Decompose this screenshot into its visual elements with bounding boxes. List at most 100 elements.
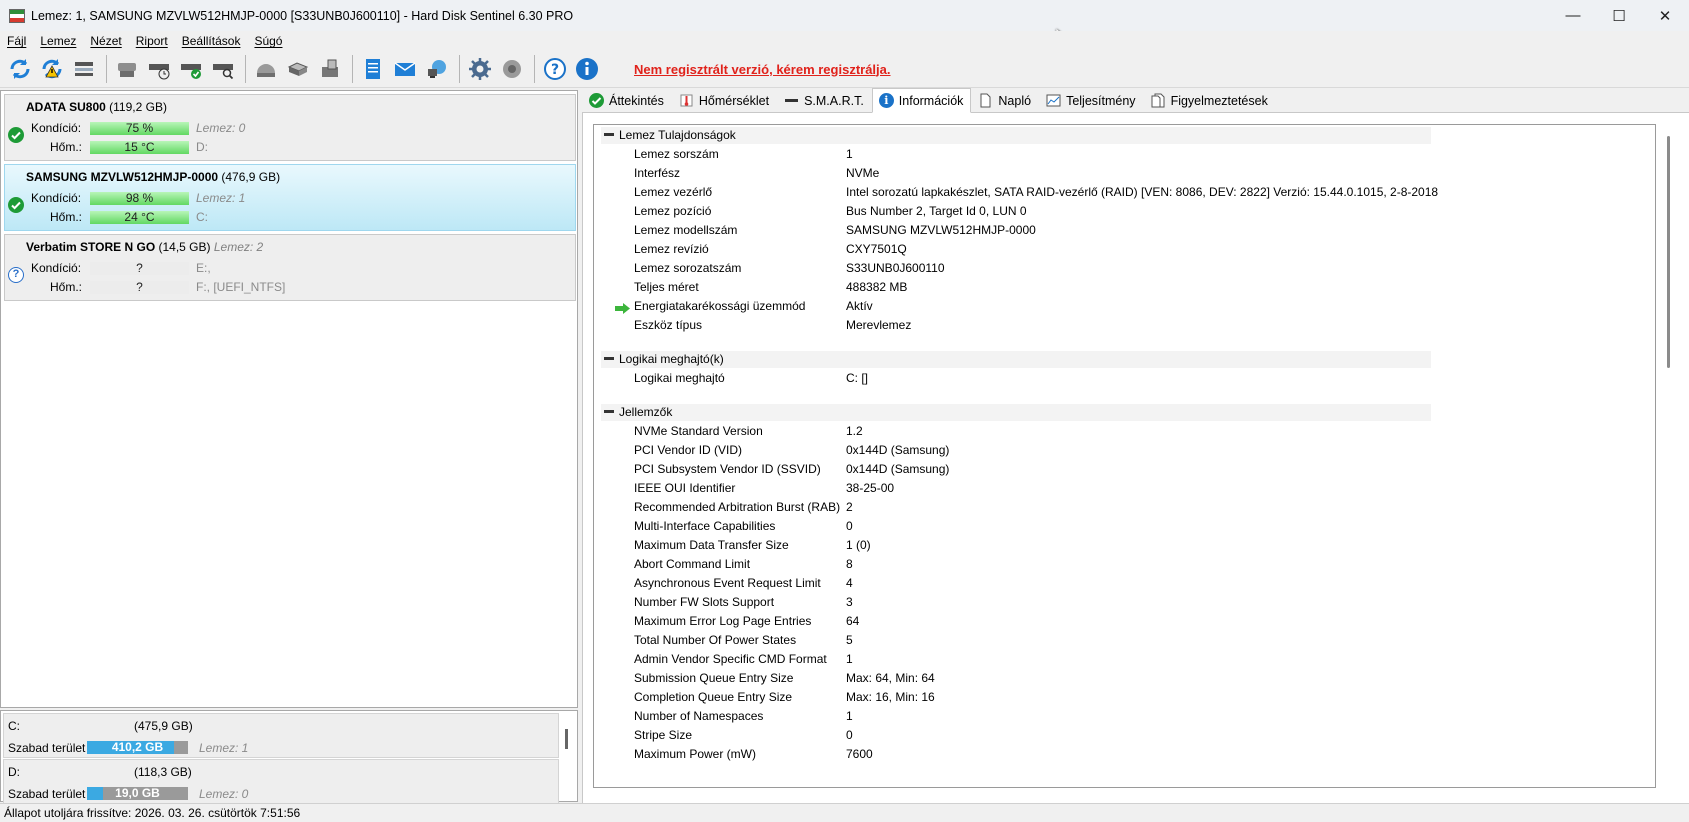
sound-icon[interactable] xyxy=(497,54,527,84)
green-arrow-icon xyxy=(615,301,630,314)
tab-log[interactable]: Napló xyxy=(971,89,1039,112)
refresh-warning-icon[interactable] xyxy=(37,54,67,84)
property-row[interactable]: Lemez vezérlő Intel sorozatú lapkakészlet… xyxy=(594,183,1494,202)
menu-file[interactable]: Fájl xyxy=(0,34,33,48)
property-row[interactable]: Number of Namespaces 1 xyxy=(594,707,1494,726)
mail-icon[interactable] xyxy=(390,54,420,84)
menu-view[interactable]: Nézet xyxy=(83,34,128,48)
property-name: Number of Namespaces xyxy=(634,709,764,723)
property-row[interactable]: Lemez sorszám 1 xyxy=(594,145,1494,164)
hdd-search-icon[interactable] xyxy=(208,54,238,84)
hdd-dome-icon[interactable] xyxy=(251,54,281,84)
disk-drive-icon[interactable] xyxy=(69,54,99,84)
chart-icon xyxy=(1046,93,1061,108)
info-icon: i xyxy=(878,93,894,108)
collapse-minus-icon[interactable] xyxy=(604,410,614,414)
property-row[interactable]: Asynchronous Event Request Limit 4 xyxy=(594,574,1494,593)
thermometer-icon xyxy=(679,93,694,108)
property-row[interactable]: Lemez revízió CXY7501Q xyxy=(594,240,1494,259)
hdd-clock-icon[interactable] xyxy=(144,54,174,84)
property-row[interactable]: Completion Queue Entry Size Max: 16, Min:… xyxy=(594,688,1494,707)
collapse-minus-icon[interactable] xyxy=(604,133,614,137)
property-row[interactable]: PCI Subsystem Vendor ID (SSVID) 0x144D (S… xyxy=(594,460,1494,479)
volume-item-d[interactable]: D: (118,3 GB) Szabad terület 19,0 GB Lem… xyxy=(3,759,559,804)
property-value: Intel sorozatú lapkakészlet, SATA RAID-v… xyxy=(846,185,1439,199)
settings-gear-icon[interactable] xyxy=(465,54,495,84)
section-title: Logikai meghajtó(k) xyxy=(619,352,724,366)
property-value: 1 xyxy=(846,709,853,723)
tab-overview[interactable]: Áttekintés xyxy=(582,89,672,112)
property-name: Submission Queue Entry Size xyxy=(634,671,794,685)
property-row[interactable]: Abort Command Limit 8 xyxy=(594,555,1494,574)
refresh-icon[interactable] xyxy=(5,54,35,84)
property-row[interactable]: Eszköz típus Merevlemez xyxy=(594,316,1494,335)
property-value: Merevlemez xyxy=(846,318,912,332)
tab-information[interactable]: i Információk xyxy=(871,88,972,113)
property-list[interactable]: Lemez Tulajdonságok Lemez sorszám 1 Interfé… xyxy=(593,124,1656,788)
condition-label: Kondíció: xyxy=(31,191,82,205)
section-header[interactable]: Logikai meghajtó(k) xyxy=(601,351,1431,368)
close-button[interactable]: ✕ xyxy=(1642,0,1688,31)
property-row[interactable]: Submission Queue Entry Size Max: 64, Min:… xyxy=(594,669,1494,688)
register-link[interactable]: Nem regisztrált verzió, kérem regisztrál… xyxy=(634,62,891,77)
vertical-scrollbar[interactable] xyxy=(1660,124,1680,788)
disk-card-verbatim[interactable]: Verbatim STORE N GO (14,5 GB) Lemez: 2 ?… xyxy=(4,234,576,301)
hdd-check-icon[interactable] xyxy=(176,54,206,84)
property-row[interactable]: Multi-Interface Capabilities 0 xyxy=(594,517,1494,536)
menu-disk[interactable]: Lemez xyxy=(33,34,83,48)
title-bar[interactable]: Lemez: 1, SAMSUNG MZVLW512HMJP-0000 [S33… xyxy=(0,0,1689,31)
tab-performance[interactable]: Teljesítmény xyxy=(1039,89,1143,112)
window-title: Lemez: 1, SAMSUNG MZVLW512HMJP-0000 [S33… xyxy=(31,8,574,23)
property-row[interactable]: Number FW Slots Support 3 xyxy=(594,593,1494,612)
property-row[interactable]: Maximum Power (mW) 7600 xyxy=(594,745,1494,764)
menu-settings[interactable]: Beállítások xyxy=(175,34,248,48)
hdd-mini-icon[interactable] xyxy=(283,54,313,84)
tab-temperature[interactable]: Hőmérséklet xyxy=(672,89,777,112)
report-icon[interactable] xyxy=(358,54,388,84)
disk-tool-icon[interactable] xyxy=(315,54,345,84)
property-row[interactable]: Stripe Size 0 xyxy=(594,726,1494,745)
property-value: Max: 64, Min: 64 xyxy=(846,671,935,685)
volume-list: C: (475,9 GB) Szabad terület 410,2 GB Le… xyxy=(0,710,578,804)
property-row[interactable]: Teljes méret 488382 MB xyxy=(594,278,1494,297)
section-header[interactable]: Jellemzők xyxy=(601,404,1431,421)
menu-help[interactable]: Súgó xyxy=(247,34,289,48)
tab-label: Hőmérséklet xyxy=(698,93,770,108)
property-row[interactable]: Energiatakarékossági üzemmód Aktív xyxy=(594,297,1494,316)
volume-item-c[interactable]: C: (475,9 GB) Szabad terület 410,2 GB Le… xyxy=(3,713,559,758)
property-row[interactable]: Logikai meghajtó C: [] xyxy=(594,369,1494,388)
tab-smart[interactable]: S.M.A.R.T. xyxy=(777,89,872,112)
volume-scrollbar[interactable] xyxy=(565,729,568,749)
help-icon[interactable]: ? xyxy=(540,54,570,84)
disk-card-adata[interactable]: ADATA SU800 (119,2 GB) Kondíció: 75 % Le… xyxy=(4,94,576,161)
property-name: Maximum Power (mW) xyxy=(634,747,756,761)
drive-letter: D: xyxy=(196,140,208,154)
info-icon[interactable] xyxy=(572,54,602,84)
minimize-button[interactable]: — xyxy=(1550,0,1596,31)
property-row[interactable]: PCI Vendor ID (VID) 0x144D (Samsung) xyxy=(594,441,1494,460)
tab-warnings[interactable]: Figyelmeztetések xyxy=(1144,89,1276,112)
maximize-button[interactable]: ☐ xyxy=(1596,0,1642,31)
volume-name: C: xyxy=(8,719,20,733)
disk-card-samsung[interactable]: SAMSUNG MZVLW512HMJP-0000 (476,9 GB) Kon… xyxy=(4,164,576,231)
network-icon[interactable] xyxy=(422,54,452,84)
property-row[interactable]: Lemez pozíció Bus Number 2, Target Id 0, … xyxy=(594,202,1494,221)
menu-report[interactable]: Riport xyxy=(129,34,175,48)
property-row[interactable]: Total Number Of Power States 5 xyxy=(594,631,1494,650)
scrollbar-thumb[interactable] xyxy=(1667,136,1670,368)
property-row[interactable]: Admin Vendor Specific CMD Format 1 xyxy=(594,650,1494,669)
section-header[interactable]: Lemez Tulajdonságok xyxy=(601,127,1431,144)
property-name: Multi-Interface Capabilities xyxy=(634,519,776,533)
property-row[interactable]: Interfész NVMe xyxy=(594,164,1494,183)
property-row[interactable]: Maximum Error Log Page Entries 64 xyxy=(594,612,1494,631)
property-row[interactable]: Lemez modellszám SAMSUNG MZVLW512HMJP-000… xyxy=(594,221,1494,240)
collapse-minus-icon[interactable] xyxy=(604,357,614,361)
property-row[interactable]: Recommended Arbitration Burst (RAB) 2 xyxy=(594,498,1494,517)
free-space-bar: 410,2 GB xyxy=(87,741,188,754)
property-row[interactable]: NVMe Standard Version 1.2 xyxy=(594,422,1494,441)
property-row[interactable]: Maximum Data Transfer Size 1 (0) xyxy=(594,536,1494,555)
property-row[interactable]: Lemez sorozatszám S33UNB0J600110 xyxy=(594,259,1494,278)
hdd-icon[interactable] xyxy=(112,54,142,84)
property-row[interactable]: IEEE OUI Identifier 38-25-00 xyxy=(594,479,1494,498)
property-value: 1.2 xyxy=(846,424,863,438)
